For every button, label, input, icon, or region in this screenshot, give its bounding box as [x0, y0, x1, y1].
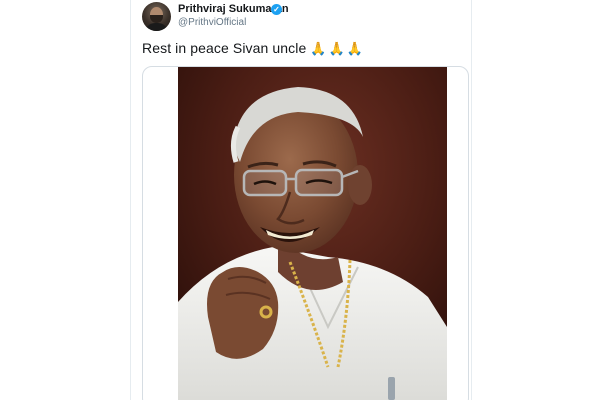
avatar-shirt — [145, 23, 168, 31]
author-handle[interactable]: @PrithviOfficial — [178, 17, 246, 28]
avatar-beard — [150, 15, 163, 23]
tweet-text-body: Rest in peace Sivan uncle — [142, 40, 307, 56]
author-avatar[interactable] — [142, 2, 171, 31]
tweet-photo[interactable] — [178, 67, 447, 400]
verified-badge-icon: ✓ — [271, 4, 282, 15]
folded-hands-emoji-icon: 🙏🙏🙏 — [310, 42, 365, 57]
tweet-page: Prithviraj Sukumaran ✓ @PrithviOfficial … — [0, 0, 600, 400]
portrait-image — [178, 67, 447, 400]
tweet-text: Rest in peace Sivan uncle 🙏🙏🙏 — [142, 40, 365, 57]
